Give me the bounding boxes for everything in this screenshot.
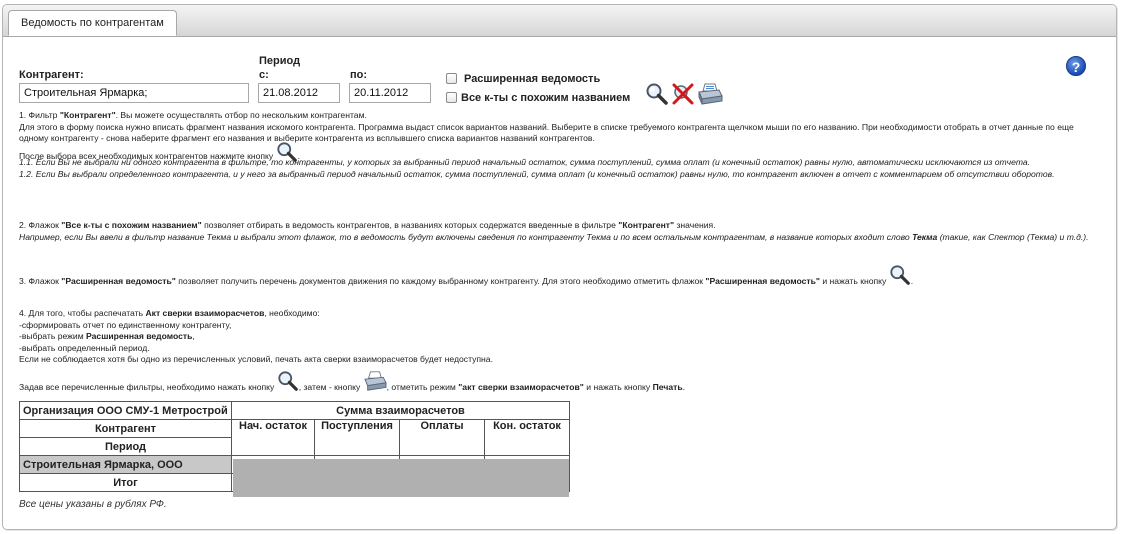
col-opening-balance: Нач. остаток: [231, 419, 315, 456]
org-header: Организация ООО СМУ-1 Метрострой: [19, 401, 232, 420]
printer-icon: [363, 371, 387, 391]
tab-bar: Ведомость по контрагентам: [3, 5, 1116, 37]
date-to-label: по:: [350, 69, 368, 81]
currency-footnote: Все цены указаны в рублях РФ.: [19, 499, 167, 510]
period-header: Период: [19, 437, 232, 456]
redacted-values: [233, 459, 569, 497]
similar-names-checkbox[interactable]: [446, 92, 457, 103]
extended-statement-checkbox[interactable]: [446, 73, 457, 84]
extended-statement-label: Расширенная ведомость: [464, 73, 601, 85]
contractor-input[interactable]: [19, 83, 249, 103]
instructions-section-3: 3. Флажок "Расширенная ведомость" позвол…: [19, 265, 1099, 288]
instructions-section-2: 2. Флажок "Все к-ты с похожим названием"…: [19, 220, 1089, 242]
instructions-section-1: 1. Фильтр "Контрагент". Вы можете осущес…: [19, 110, 1074, 144]
col-payments: Оплаты: [399, 419, 485, 456]
total-row-label: Итог: [19, 473, 232, 492]
contractor-label: Контрагент:: [19, 69, 84, 81]
instructions-section-5: Задав все перечисленные фильтры, необход…: [19, 371, 1099, 394]
col-closing-balance: Кон. остаток: [484, 419, 570, 456]
period-label: Период: [259, 55, 301, 67]
similar-names-label: Все к-ты с похожим названием: [461, 92, 631, 104]
date-from-input[interactable]: [258, 83, 340, 103]
search-icon: [890, 265, 910, 285]
date-to-input[interactable]: [349, 83, 431, 103]
printer-icon[interactable]: [697, 82, 723, 106]
sum-header: Сумма взаиморасчетов: [231, 401, 570, 420]
search-icon: [278, 371, 298, 391]
contractor-header: Контрагент: [19, 419, 232, 438]
contractor-row-name[interactable]: Строительная Ярмарка, ООО: [19, 455, 232, 474]
clear-filter-icon[interactable]: [671, 82, 695, 106]
instructions-section-4: 4. Для того, чтобы распечатать Акт сверк…: [19, 308, 493, 365]
date-from-label: с:: [259, 69, 269, 81]
help-icon[interactable]: ?: [1066, 56, 1086, 76]
tab-contractor-statement[interactable]: Ведомость по контрагентам: [8, 10, 177, 36]
col-receipts: Поступления: [314, 419, 400, 456]
instructions-section-1-after: После выбора всех необходимых контрагент…: [19, 142, 1099, 180]
search-icon[interactable]: [645, 82, 669, 106]
